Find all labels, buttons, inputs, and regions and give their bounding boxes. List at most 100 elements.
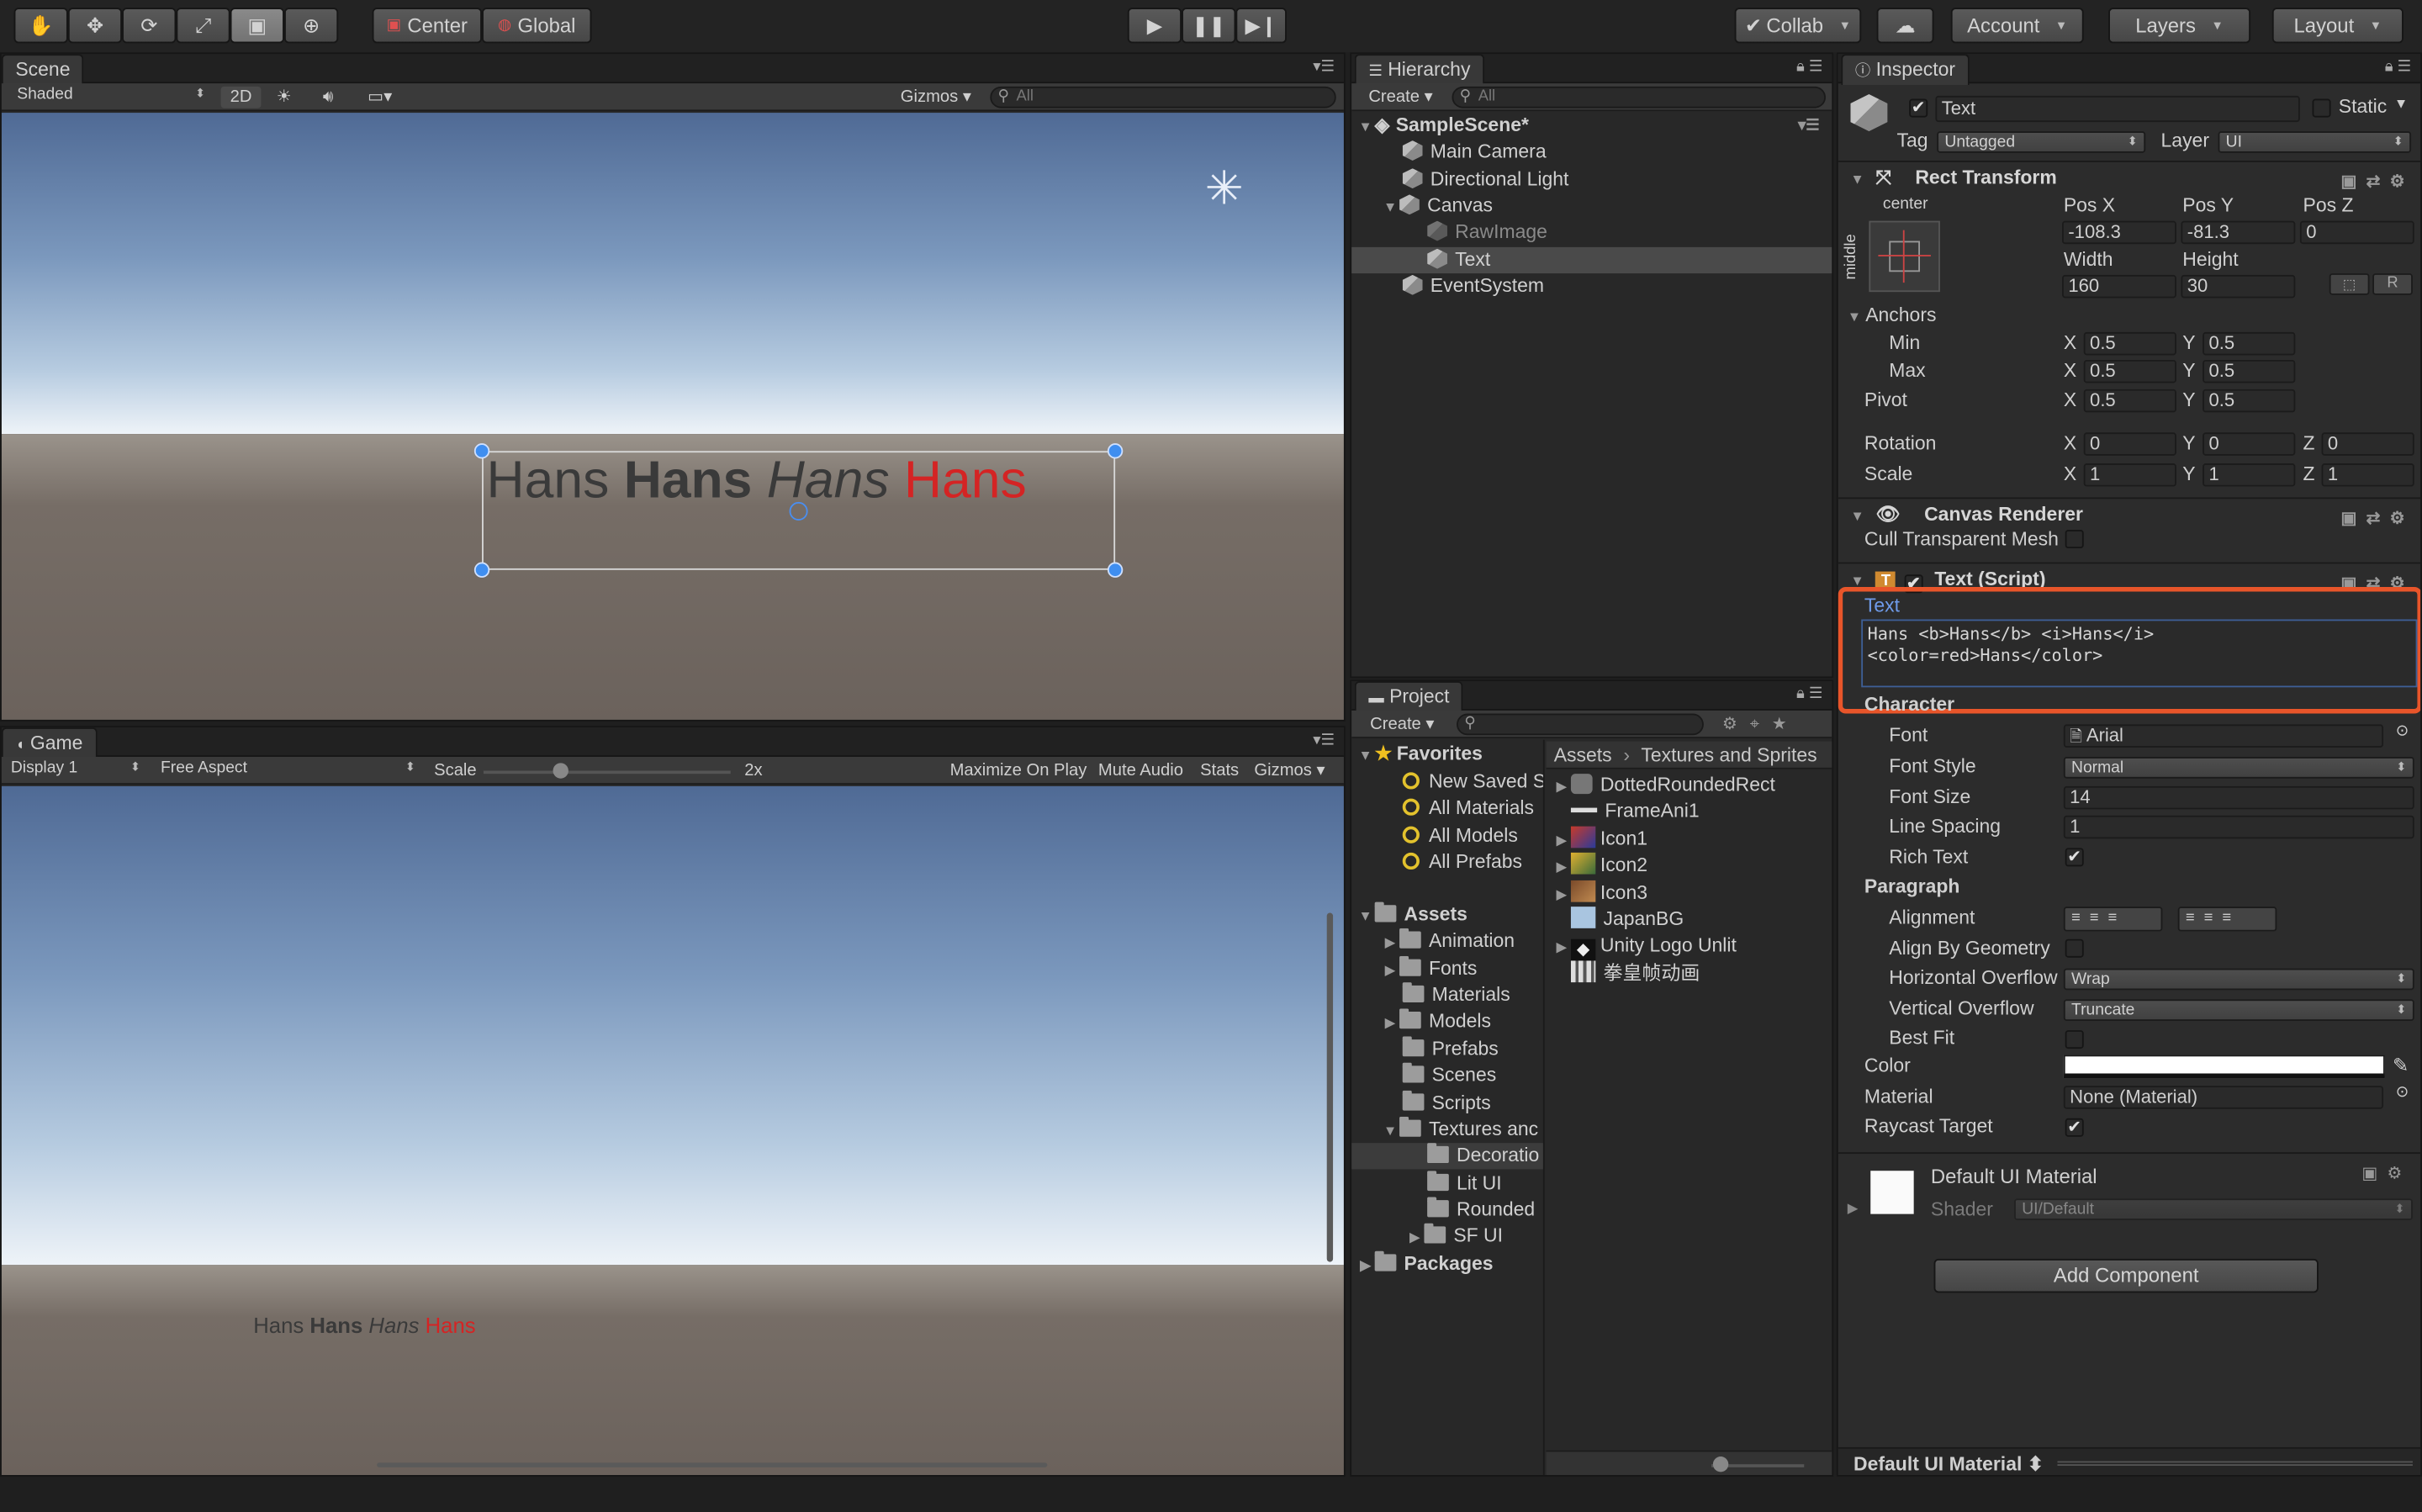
project-search-input[interactable] bbox=[1457, 713, 1704, 736]
favorite-item[interactable]: All Materials bbox=[1351, 796, 1543, 822]
scale-tool-button[interactable]: ⤢ bbox=[176, 8, 230, 44]
rotate-tool-button[interactable]: ⟳ bbox=[122, 8, 177, 44]
rotation-y-field[interactable]: 0 bbox=[2203, 432, 2296, 456]
folder-item[interactable]: ▶ Models bbox=[1351, 1008, 1543, 1034]
asset-item[interactable]: ▶ ◆ Unity Logo Unlit bbox=[1552, 933, 1832, 961]
collapsed-icon[interactable]: ▶ bbox=[1552, 827, 1571, 854]
folder-item[interactable]: Rounded bbox=[1351, 1197, 1543, 1223]
component-menu-icons[interactable]: ▣⇄⚙ bbox=[2341, 504, 2414, 535]
breadcrumb-textures[interactable]: Textures and Sprites bbox=[1641, 744, 1816, 766]
collapsed-icon[interactable]: ▶ bbox=[1552, 774, 1571, 800]
display-dropdown[interactable]: Display 1 bbox=[5, 759, 147, 780]
anchors-row[interactable]: ▼ Anchors bbox=[1848, 304, 1937, 326]
collapsed-icon[interactable]: ▶ bbox=[1381, 1010, 1399, 1034]
collapsed-icon[interactable]: ▶ bbox=[1356, 1253, 1375, 1279]
rect-handle-bl[interactable] bbox=[473, 562, 490, 578]
collapsed-icon[interactable]: ▶ bbox=[1552, 882, 1571, 908]
object-picker-icon[interactable]: ⊙ bbox=[2396, 1084, 2409, 1101]
static-dropdown-icon[interactable]: ▼ bbox=[2394, 96, 2408, 111]
pos-z-field[interactable]: 0 bbox=[2299, 220, 2414, 245]
tab-hierarchy[interactable]: ☰ Hierarchy bbox=[1354, 54, 1484, 86]
rotation-x-field[interactable]: 0 bbox=[2083, 432, 2176, 456]
collapsed-icon[interactable]: ▶ bbox=[1552, 934, 1571, 960]
raw-edit-button[interactable]: R bbox=[2372, 273, 2413, 295]
icon-size-thumb[interactable] bbox=[1712, 1456, 1729, 1472]
aspect-dropdown[interactable]: Free Aspect bbox=[155, 759, 422, 780]
shader-dropdown[interactable]: UI/Default bbox=[2014, 1198, 2413, 1220]
expand-icon[interactable]: ▼ bbox=[1356, 903, 1375, 929]
add-component-button[interactable]: Add Component bbox=[1933, 1258, 2319, 1293]
cloud-button[interactable]: ☁ bbox=[1876, 8, 1934, 44]
preview-title[interactable]: Default UI Material ⬍ bbox=[1854, 1451, 2044, 1475]
pause-button[interactable]: ❚❚ bbox=[1182, 8, 1236, 44]
expand-icon[interactable]: ▼ bbox=[1381, 1118, 1399, 1143]
filter-icons[interactable]: ⚙⌖★ bbox=[1722, 714, 1800, 736]
font-size-field[interactable]: 14 bbox=[2063, 785, 2414, 810]
folder-item[interactable]: Prefabs bbox=[1351, 1036, 1543, 1062]
breadcrumb-assets[interactable]: Assets bbox=[1554, 744, 1612, 766]
mute-audio-toggle[interactable]: Mute Audio bbox=[1098, 760, 1183, 782]
tag-dropdown[interactable]: Untagged bbox=[1937, 131, 2146, 153]
align-by-geometry-checkbox[interactable] bbox=[2065, 938, 2084, 958]
folder-item[interactable]: Scenes bbox=[1351, 1062, 1543, 1089]
expand-icon[interactable]: ▼ bbox=[1848, 309, 1861, 324]
favorite-item[interactable]: New Saved S bbox=[1351, 769, 1543, 796]
active-checkbox[interactable]: ✔ bbox=[1909, 98, 1928, 118]
asset-item[interactable]: JapanBG bbox=[1570, 907, 1832, 933]
folder-item[interactable]: ▶ Animation bbox=[1351, 928, 1543, 954]
static-checkbox[interactable] bbox=[2312, 98, 2331, 118]
anchor-min-y-field[interactable]: 0.5 bbox=[2203, 331, 2296, 356]
collab-dropdown[interactable]: ✔ Collab ▼ bbox=[1734, 8, 1862, 44]
asset-item[interactable]: ▶ Icon1 bbox=[1552, 826, 1832, 854]
anchor-max-x-field[interactable]: 0.5 bbox=[2083, 359, 2176, 383]
eyedropper-icon[interactable]: ✎ bbox=[2393, 1054, 2409, 1076]
horizontal-overflow-dropdown[interactable]: Wrap bbox=[2063, 968, 2414, 991]
component-menu-icons[interactable]: ▣⇄⚙ bbox=[2341, 167, 2414, 198]
vertical-alignment-group[interactable]: ≡≡≡ bbox=[2177, 907, 2277, 932]
pos-y-field[interactable]: -81.3 bbox=[2181, 220, 2296, 245]
scale-slider-track[interactable] bbox=[483, 763, 731, 779]
font-style-dropdown[interactable]: Normal bbox=[2063, 756, 2414, 779]
scale-slider-thumb[interactable] bbox=[553, 763, 568, 779]
blueprint-mode-button[interactable]: ⬚ bbox=[2329, 273, 2370, 295]
menu-icon[interactable]: ▾☰ bbox=[1313, 732, 1335, 749]
hierarchy-item-canvas[interactable]: ▼ Canvas bbox=[1351, 193, 1832, 219]
folder-item[interactable]: ▼ Textures anc bbox=[1351, 1116, 1543, 1143]
object-picker-icon[interactable]: ⊙ bbox=[2396, 723, 2409, 740]
favorite-item[interactable]: All Prefabs bbox=[1351, 849, 1543, 875]
collapsed-icon[interactable]: ▶ bbox=[1552, 854, 1571, 880]
collapsed-icon[interactable]: ▶ bbox=[1381, 958, 1399, 982]
pivot-y-field[interactable]: 0.5 bbox=[2203, 389, 2296, 413]
scene-search-input[interactable]: All bbox=[990, 86, 1336, 108]
packages-row[interactable]: ▶ Packages bbox=[1351, 1250, 1543, 1279]
rect-handle-br[interactable] bbox=[1107, 562, 1124, 578]
rect-handle-tr[interactable] bbox=[1107, 443, 1124, 459]
width-field[interactable]: 160 bbox=[2061, 274, 2176, 299]
tab-game[interactable]: ◖ Game bbox=[1, 727, 97, 759]
2d-toggle[interactable]: 2D bbox=[220, 86, 262, 108]
asset-item[interactable]: 拳皇帧动画 bbox=[1570, 960, 1832, 986]
rect-transform-header[interactable]: ▼ ⤧ Rect Transform ▣⇄⚙ bbox=[1838, 161, 2421, 192]
asset-item[interactable]: ▶ Icon3 bbox=[1552, 880, 1832, 907]
rotation-z-field[interactable]: 0 bbox=[2321, 432, 2414, 456]
hierarchy-item-directional-light[interactable]: Directional Light bbox=[1351, 167, 1832, 193]
anchor-min-x-field[interactable]: 0.5 bbox=[2083, 331, 2176, 356]
effects-icon[interactable]: ▭▾ bbox=[368, 87, 392, 108]
folder-item[interactable]: ▶ SF UI bbox=[1351, 1223, 1543, 1250]
move-tool-button[interactable]: ✥ bbox=[67, 8, 123, 44]
favorite-item[interactable]: All Models bbox=[1351, 823, 1543, 849]
preview-drag-handle[interactable] bbox=[2057, 1461, 2413, 1467]
menu-icon[interactable]: ▾☰ bbox=[1313, 59, 1335, 76]
material-menu-icons[interactable]: ▣⚙ bbox=[2361, 1163, 2411, 1183]
shading-dropdown[interactable]: Shaded bbox=[11, 85, 212, 107]
rect-tool-button[interactable]: ▣ bbox=[230, 8, 284, 44]
material-field[interactable]: None (Material) bbox=[2063, 1086, 2384, 1109]
pos-x-field[interactable]: -108.3 bbox=[2061, 220, 2176, 245]
rich-text-checkbox[interactable]: ✔ bbox=[2065, 848, 2084, 867]
gizmos-dropdown[interactable]: Gizmos ▾ bbox=[901, 87, 971, 108]
anchor-presets-button[interactable] bbox=[1869, 220, 1940, 293]
anchor-max-y-field[interactable]: 0.5 bbox=[2203, 359, 2296, 383]
asset-item[interactable]: ▶ DottedRoundedRect bbox=[1552, 772, 1832, 798]
stats-toggle[interactable]: Stats bbox=[1200, 760, 1239, 782]
collapsed-icon[interactable]: ▶ bbox=[1848, 1200, 1859, 1217]
